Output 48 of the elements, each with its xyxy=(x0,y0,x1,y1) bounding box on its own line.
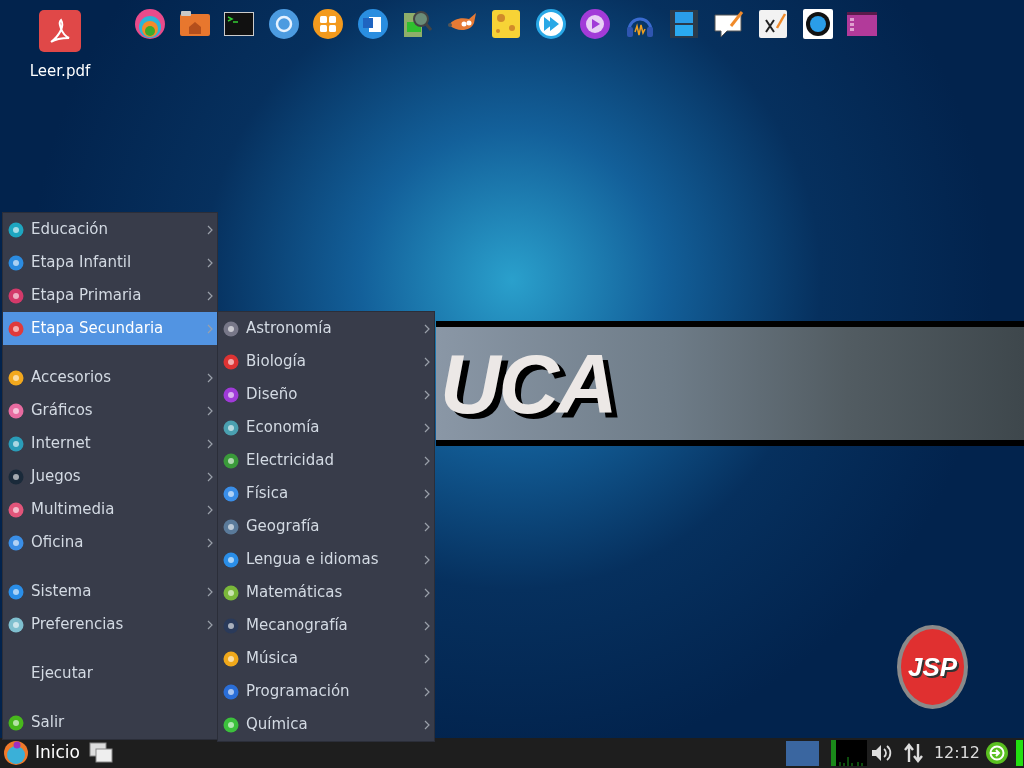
menu-item[interactable]: Juegos xyxy=(3,460,217,493)
menu-item[interactable]: Preferencias xyxy=(3,608,217,641)
submenu-item[interactable]: Diseño xyxy=(218,378,434,411)
menu-item[interactable]: Etapa Primaria xyxy=(3,279,217,312)
submenu-item[interactable]: Programación xyxy=(218,675,434,708)
play-icon[interactable] xyxy=(579,8,611,40)
clock[interactable]: 12:12 xyxy=(933,741,980,765)
banner-logo-text: UCA xyxy=(440,341,616,426)
menu-item[interactable]: Internet xyxy=(3,427,217,460)
cpu-graph xyxy=(830,740,867,766)
menu-item[interactable]: Ejecutar xyxy=(3,657,217,690)
submenu-item[interactable]: Mecanografía xyxy=(218,609,434,642)
film-strip-icon[interactable] xyxy=(668,8,700,40)
submenu-item[interactable]: Música xyxy=(218,642,434,675)
menu-item[interactable]: Gráficos xyxy=(3,394,217,427)
menu-item[interactable]: Multimedia xyxy=(3,493,217,526)
status-indicator xyxy=(1016,740,1023,766)
submenu-item[interactable]: Economía xyxy=(218,411,434,444)
menu-item[interactable]: Educación xyxy=(3,213,217,246)
submenu-item[interactable]: Física xyxy=(218,477,434,510)
submenu-item[interactable]: Electricidad xyxy=(218,444,434,477)
file-label: Leer.pdf xyxy=(29,61,91,82)
menu-item[interactable]: Sistema xyxy=(3,575,217,608)
menu-item[interactable]: Accesorios xyxy=(3,361,217,394)
formula-x-icon[interactable] xyxy=(757,8,789,40)
circle-browser-icon[interactable] xyxy=(267,8,300,40)
menu-item[interactable]: Salir xyxy=(3,706,217,739)
workspace-button[interactable] xyxy=(785,740,819,766)
calculator-icon[interactable] xyxy=(312,8,344,40)
submenu-item[interactable]: Biología xyxy=(218,345,434,378)
colorful-sphere-icon[interactable] xyxy=(134,8,166,40)
speech-bubble-pen-icon[interactable] xyxy=(712,8,745,40)
colorful-ball-icon xyxy=(3,740,29,766)
menu-item[interactable]: Oficina xyxy=(3,526,217,559)
submenu-item[interactable]: Química xyxy=(218,708,434,741)
fast-forward-icon[interactable] xyxy=(534,8,567,40)
start-button[interactable]: Inicio xyxy=(3,738,80,768)
submenu-item[interactable]: Geografía xyxy=(218,510,434,543)
windows-icon[interactable] xyxy=(89,742,113,764)
menu-item[interactable]: Etapa Infantil xyxy=(3,246,217,279)
cheese-icon[interactable] xyxy=(490,8,522,40)
submenu-item[interactable]: Matemáticas xyxy=(218,576,434,609)
pdf-file-icon[interactable] xyxy=(39,10,81,52)
logo-text: JSP xyxy=(907,650,958,684)
network-arrows-icon[interactable] xyxy=(902,742,925,764)
volume-icon[interactable] xyxy=(869,742,894,764)
submenu-item[interactable]: Astronomía xyxy=(218,312,434,345)
submenu-item[interactable]: Lengua e idiomas xyxy=(218,543,434,576)
